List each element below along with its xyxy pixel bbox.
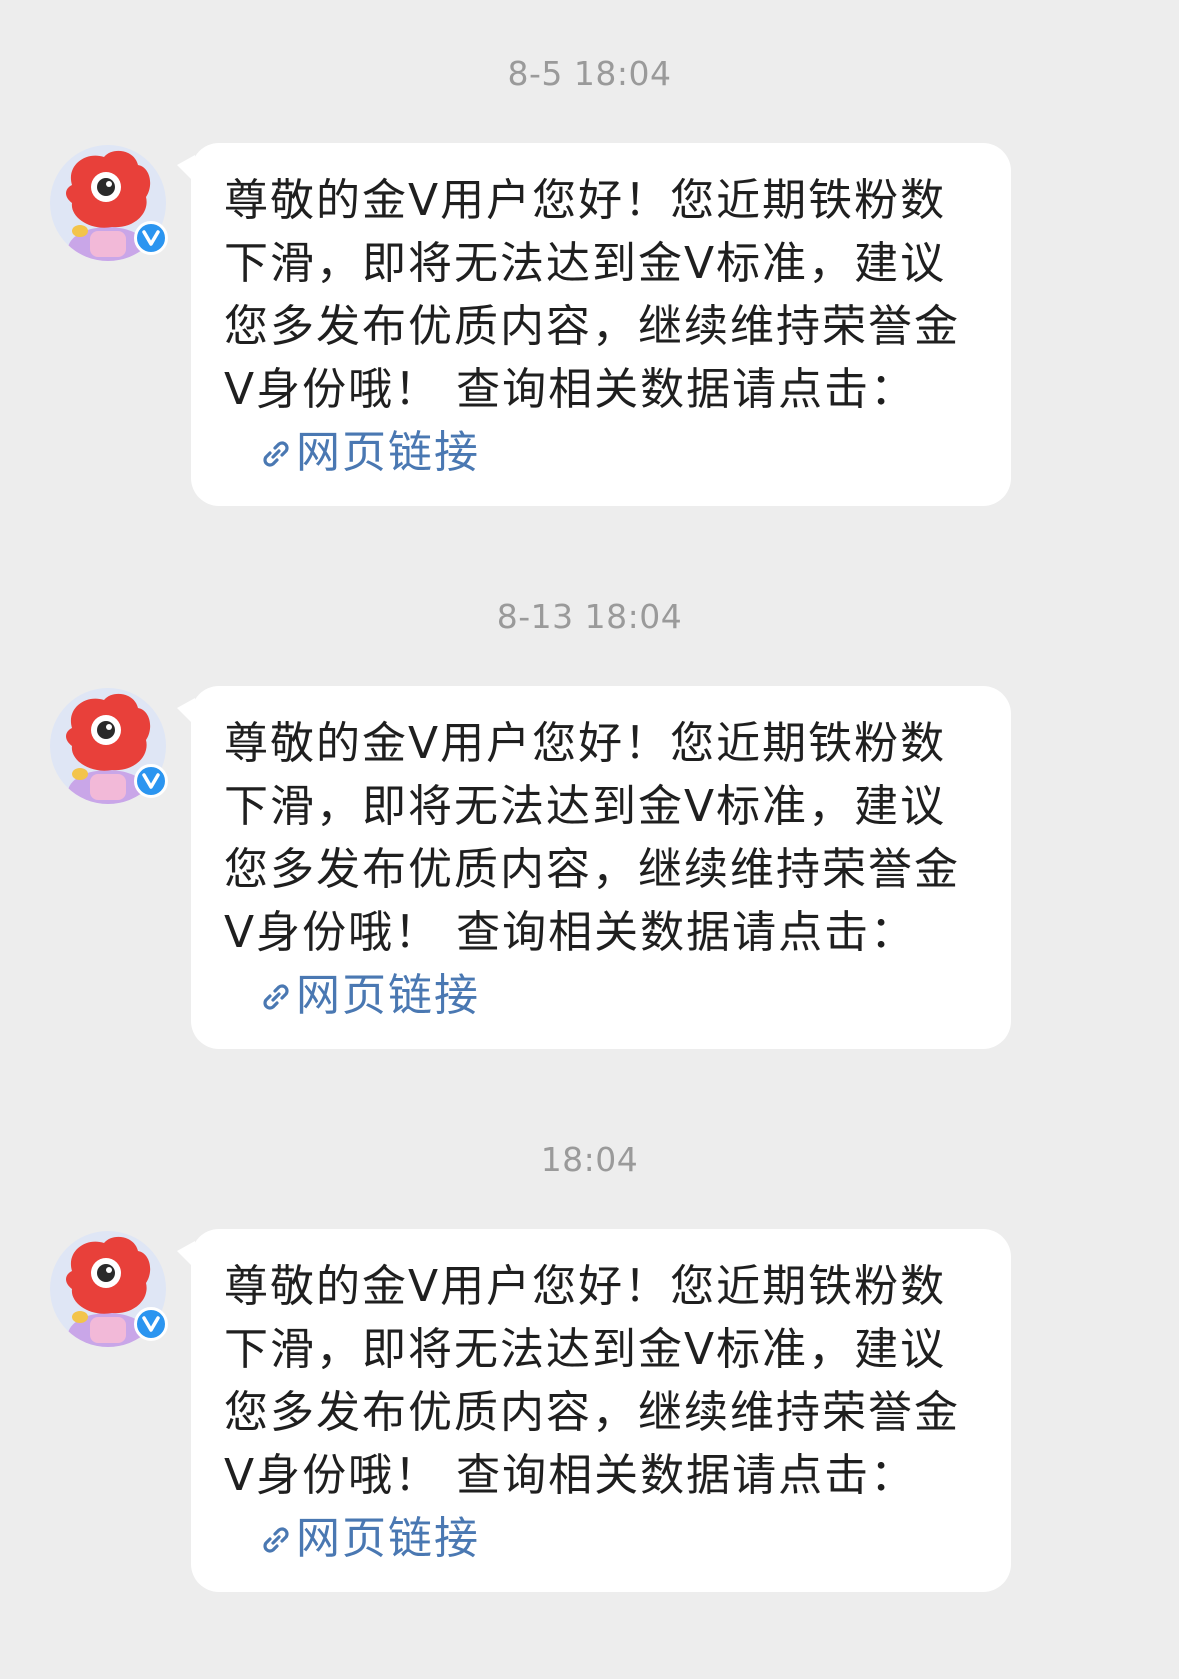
web-link-label: 网页链接 [296, 427, 480, 478]
bubble-tail [177, 155, 195, 183]
web-link-label: 网页链接 [296, 1513, 480, 1564]
bubble-tail [177, 1241, 195, 1269]
web-link[interactable]: 网页链接 [258, 1513, 480, 1564]
verified-v-icon [134, 764, 168, 798]
message-text: 尊敬的金V用户您好！您近期铁粉数下滑，即将无法达到金V标准，建议您多发布优质内容… [224, 169, 981, 484]
sender-avatar[interactable] [50, 145, 168, 261]
message-body: 尊敬的金V用户您好！您近期铁粉数下滑，即将无法达到金V标准，建议您多发布优质内容… [224, 175, 960, 415]
web-link[interactable]: 网页链接 [258, 427, 480, 478]
message-body: 尊敬的金V用户您好！您近期铁粉数下滑，即将无法达到金V标准，建议您多发布优质内容… [224, 718, 960, 958]
web-link[interactable]: 网页链接 [258, 970, 480, 1021]
message-text: 尊敬的金V用户您好！您近期铁粉数下滑，即将无法达到金V标准，建议您多发布优质内容… [224, 1255, 981, 1570]
link-icon [263, 1527, 289, 1553]
sender-avatar[interactable] [50, 1231, 168, 1347]
link-icon [263, 441, 289, 467]
message-timestamp: 18:04 [540, 1140, 639, 1179]
chat-thread: 8-5 18:04 尊敬的金V用户您好！您近期铁粉数下滑，即将无法达到金V标准，… [0, 0, 1179, 1679]
bubble-tail [177, 698, 195, 726]
message-bubble[interactable]: 尊敬的金V用户您好！您近期铁粉数下滑，即将无法达到金V标准，建议您多发布优质内容… [177, 1229, 1011, 1592]
verified-v-icon [134, 221, 168, 255]
link-icon [263, 984, 289, 1010]
message-bubble[interactable]: 尊敬的金V用户您好！您近期铁粉数下滑，即将无法达到金V标准，建议您多发布优质内容… [177, 686, 1011, 1049]
message-bubble[interactable]: 尊敬的金V用户您好！您近期铁粉数下滑，即将无法达到金V标准，建议您多发布优质内容… [177, 143, 1011, 506]
message-timestamp: 8-13 18:04 [496, 597, 683, 636]
message-timestamp: 8-5 18:04 [507, 54, 672, 93]
web-link-label: 网页链接 [296, 970, 480, 1021]
sender-avatar[interactable] [50, 688, 168, 804]
message-body: 尊敬的金V用户您好！您近期铁粉数下滑，即将无法达到金V标准，建议您多发布优质内容… [224, 1261, 960, 1501]
message-text: 尊敬的金V用户您好！您近期铁粉数下滑，即将无法达到金V标准，建议您多发布优质内容… [224, 712, 981, 1027]
verified-v-icon [134, 1307, 168, 1341]
